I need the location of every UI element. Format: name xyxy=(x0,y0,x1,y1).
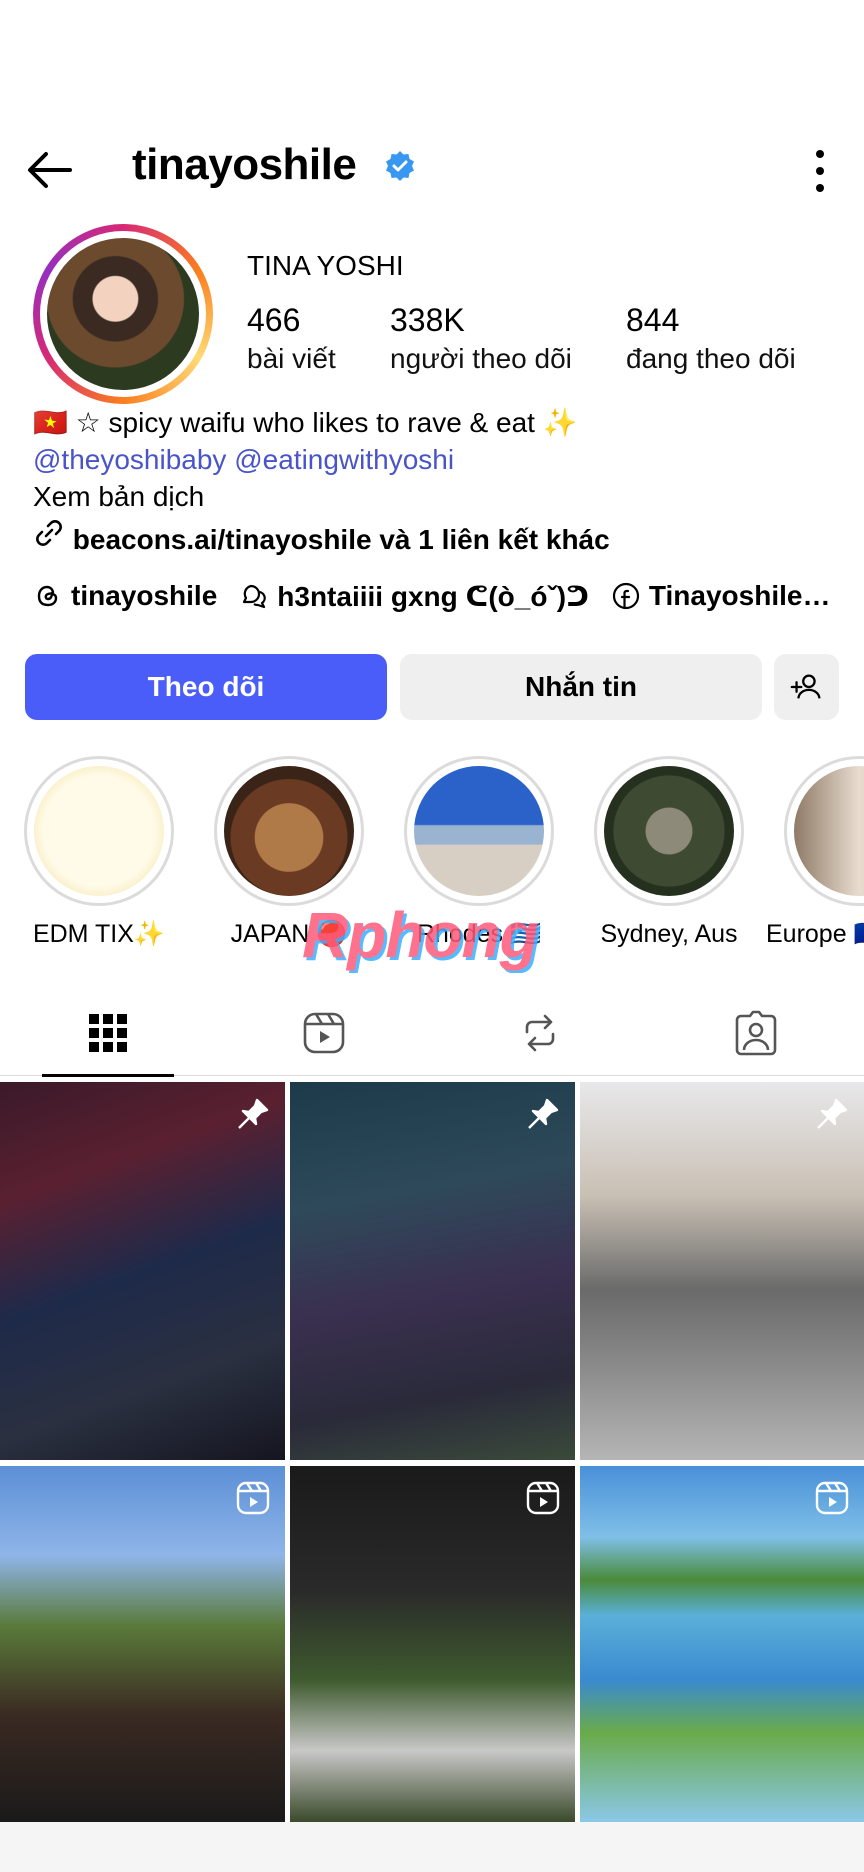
translate-link[interactable]: Xem bản dịch xyxy=(33,478,853,515)
grid-icon xyxy=(89,1014,127,1052)
follow-button[interactable]: Theo dõi xyxy=(25,654,387,720)
profile-header: tinayoshile xyxy=(0,120,864,216)
highlight-ring xyxy=(214,756,364,906)
tagged-icon xyxy=(735,1010,777,1056)
mention-link[interactable]: @eatingwithyoshi xyxy=(234,444,454,475)
profile-tabs xyxy=(0,990,864,1077)
external-link-label: beacons.ai/tinayoshile và 1 liên kết khá… xyxy=(72,524,610,555)
add-user-icon xyxy=(790,674,820,699)
link-icon xyxy=(36,520,62,546)
stat-following-count: 844 xyxy=(626,302,680,338)
pin-icon xyxy=(817,1098,848,1129)
profile-actions: Theo dõi Nhắn tin xyxy=(25,654,839,720)
threads-link[interactable]: tinayoshile xyxy=(33,580,217,612)
reel-icon xyxy=(526,1481,560,1515)
facebook-icon xyxy=(612,582,640,610)
profile-bio: 🇻🇳 ☆ spicy waifu who likes to rave & eat… xyxy=(33,404,853,558)
highlight-ring xyxy=(784,756,864,906)
facebook-link[interactable]: Tinayoshile… xyxy=(611,580,831,612)
bio-mentions: @theyoshibaby @eatingwithyoshi xyxy=(33,441,853,478)
tab-tagged[interactable] xyxy=(648,990,864,1076)
facebook-label: Tinayoshile… xyxy=(648,580,831,611)
threads-label: tinayoshile xyxy=(71,580,218,611)
verified-badge-icon xyxy=(386,151,414,181)
external-link[interactable]: beacons.ai/tinayoshile và 1 liên kết khá… xyxy=(33,517,853,558)
highlight-cover xyxy=(414,766,544,896)
repost-icon xyxy=(525,1014,555,1052)
highlight-label: Sydney, Aus xyxy=(600,920,738,948)
stat-posts-count: 466 xyxy=(247,302,301,338)
profile-avatar-story-ring[interactable] xyxy=(33,224,213,404)
stat-following[interactable]: 844 đang theo dõi xyxy=(626,302,796,375)
highlight-cover xyxy=(604,766,734,896)
chat-link[interactable]: h3ntaiiii gxng ᕦ(ò_óˇ)ᕤ xyxy=(239,580,589,613)
tab-reels[interactable] xyxy=(216,990,432,1076)
chat-icon xyxy=(243,584,267,609)
mention-link[interactable]: @theyoshibaby xyxy=(33,444,226,475)
profile-username: tinayoshile xyxy=(132,140,357,189)
post-tile[interactable] xyxy=(0,1082,285,1460)
stat-followers-label: người theo dõi xyxy=(390,343,572,374)
stat-posts-label: bài viết xyxy=(247,343,336,374)
active-tab-indicator xyxy=(42,1074,174,1077)
bio-text: 🇻🇳 ☆ spicy waifu who likes to rave & eat… xyxy=(33,407,578,438)
highlight-item[interactable]: Europe 🇫🇷 xyxy=(766,756,864,949)
highlight-ring xyxy=(594,756,744,906)
highlight-ring xyxy=(404,756,554,906)
display-name: TINA YOSHI xyxy=(247,250,404,281)
highlight-item[interactable]: Sydney, Aus xyxy=(594,756,744,949)
highlight-ring xyxy=(24,756,174,906)
reels-icon xyxy=(303,1012,345,1054)
avatar-border xyxy=(40,231,206,397)
avatar xyxy=(47,238,199,390)
tab-reposts[interactable] xyxy=(432,990,648,1076)
highlight-label: Europe 🇫🇷 xyxy=(766,920,864,948)
post-tile[interactable] xyxy=(580,1082,864,1460)
stat-posts[interactable]: 466 bài viết xyxy=(247,302,336,375)
highlight-cover xyxy=(224,766,354,896)
stat-following-label: đang theo dõi xyxy=(626,343,796,374)
watermark: Rphong xyxy=(302,899,539,971)
stat-followers-count: 338K xyxy=(390,302,465,338)
post-tile[interactable] xyxy=(580,1466,864,1822)
reel-icon xyxy=(815,1481,849,1515)
post-tile[interactable] xyxy=(0,1466,285,1822)
highlight-cover xyxy=(34,766,164,896)
message-button[interactable]: Nhắn tin xyxy=(400,654,762,720)
pin-icon xyxy=(238,1098,269,1129)
post-tile[interactable] xyxy=(290,1466,575,1822)
more-options-icon[interactable] xyxy=(810,146,830,196)
tab-posts-grid[interactable] xyxy=(0,990,216,1077)
highlight-item[interactable]: EDM TIX✨ xyxy=(24,756,174,949)
back-arrow-icon[interactable] xyxy=(22,142,78,198)
post-tile[interactable] xyxy=(290,1082,575,1460)
social-links-row: tinayoshile h3ntaiiii gxng ᕦ(ò_óˇ)ᕤ Tina… xyxy=(33,576,864,616)
bottom-safe-area xyxy=(0,1822,864,1872)
chat-label: h3ntaiiii gxng ᕦ(ò_óˇ)ᕤ xyxy=(277,580,589,612)
stat-followers[interactable]: 338K người theo dõi xyxy=(390,302,572,375)
reel-icon xyxy=(236,1481,270,1515)
threads-icon xyxy=(37,585,58,607)
highlight-label: EDM TIX✨ xyxy=(32,920,166,948)
suggested-users-button[interactable] xyxy=(774,654,839,720)
pin-icon xyxy=(528,1098,559,1129)
highlight-cover xyxy=(794,766,864,896)
